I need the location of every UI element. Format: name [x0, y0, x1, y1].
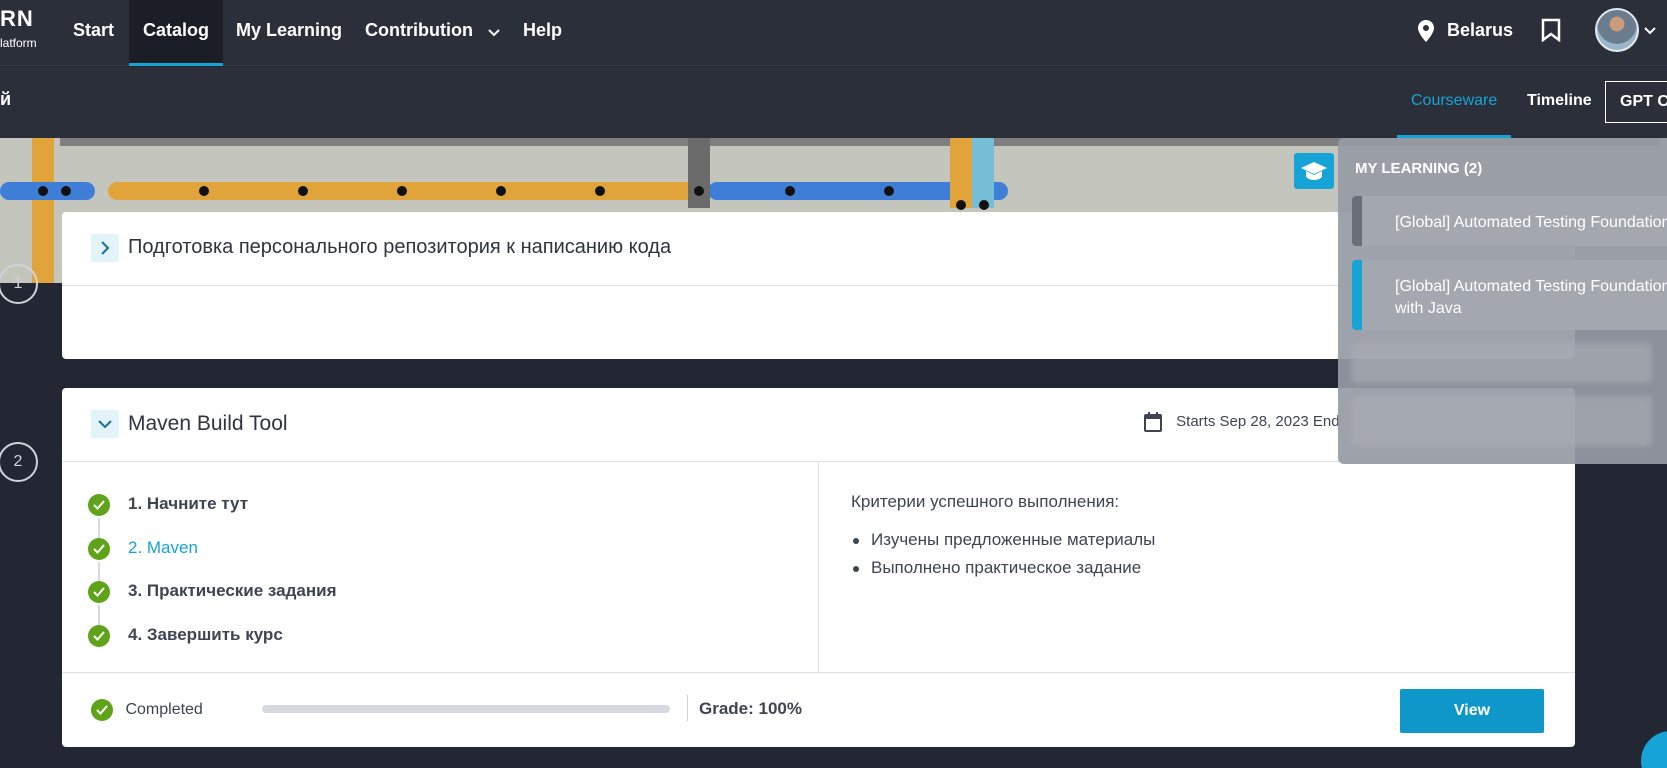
- lesson-label: 2. Maven: [128, 538, 198, 557]
- location-selector[interactable]: Belarus: [1418, 0, 1513, 60]
- chevron-down-icon: [488, 1, 500, 61]
- banner-dot: [199, 186, 209, 196]
- dropdown-item-label: [Global] Automated Testing Foundation: [1395, 214, 1667, 231]
- criteria-item: Изучены предложенные материалы: [851, 530, 1155, 550]
- lesson-label: 1. Начните тут: [128, 494, 249, 513]
- lesson-connector: [98, 562, 100, 582]
- banner-line: [972, 138, 994, 208]
- chevron-down-icon[interactable]: [1644, 22, 1656, 40]
- nav-contribution[interactable]: Contribution: [351, 0, 514, 66]
- criteria-list: Изучены предложенные материалы Выполнено…: [851, 530, 1155, 578]
- logo-text[interactable]: RN: [0, 6, 34, 32]
- banner-dot: [694, 186, 704, 196]
- nav-start[interactable]: Start: [59, 0, 128, 66]
- map-pin-icon: [1418, 20, 1434, 43]
- logo-subtitle: latform: [0, 36, 37, 50]
- dropdown-item-line1: [Global] Automated Testing Foundation: [1395, 278, 1667, 295]
- section-footer: Completed Grade: 100% View: [62, 672, 1575, 744]
- lesson-connector: [98, 605, 100, 627]
- nav-contribution-label: Contribution: [365, 20, 473, 40]
- chevron-right-icon: [101, 241, 110, 255]
- completion-status: Completed: [91, 699, 203, 721]
- graduation-cap-icon: [1294, 153, 1334, 189]
- dropdown-item-line2: with Java: [1395, 300, 1462, 317]
- success-criteria: Критерии успешного выполнения: Изучены п…: [851, 492, 1155, 586]
- banner-dot: [496, 186, 506, 196]
- course-title-fragment: й: [0, 89, 12, 109]
- lesson-label: 4. Завершить курс: [128, 625, 283, 644]
- check-circle-icon: [88, 625, 110, 647]
- section-title: Maven Build Tool: [128, 412, 288, 435]
- top-navigation: RN latform Start Catalog My Learning Con…: [0, 0, 1667, 66]
- banner-dot: [956, 200, 966, 210]
- course-subnav: й Courseware Timeline GPT Co: [0, 67, 1667, 138]
- banner-dot: [979, 200, 989, 210]
- banner-dot: [595, 186, 605, 196]
- banner-dot: [397, 186, 407, 196]
- banner-dot: [785, 186, 795, 196]
- bookmark-icon[interactable]: [1541, 18, 1561, 47]
- check-circle-icon: [88, 538, 110, 560]
- item-indicator: [1352, 196, 1362, 246]
- banner-line: [108, 182, 708, 200]
- progress-bar: [262, 705, 670, 713]
- banner-dot: [61, 186, 71, 196]
- lesson-label: 3. Практические задания: [128, 581, 337, 600]
- progress-fill: [262, 705, 670, 713]
- view-button[interactable]: View: [1400, 689, 1544, 733]
- dropdown-item[interactable]: [Global] Automated Testing Foundation: [1352, 196, 1667, 246]
- calendar-icon: [1144, 412, 1162, 432]
- section-number: 1: [0, 264, 38, 304]
- my-learning-dropdown: MY LEARNING (2) [Global] Automated Testi…: [1338, 138, 1667, 464]
- check-circle-icon: [88, 581, 110, 603]
- location-label: Belarus: [1447, 20, 1514, 40]
- user-avatar[interactable]: [1595, 8, 1639, 52]
- banner-dot: [298, 186, 308, 196]
- section-dates: Starts Sep 28, 2023 End: [1144, 412, 1340, 432]
- dropdown-item-label: [Global] Automated Testing Foundation wi…: [1395, 276, 1667, 320]
- nav-my-learning[interactable]: My Learning: [222, 0, 356, 66]
- lesson-connector: [98, 518, 100, 540]
- banner-dot: [884, 186, 894, 196]
- grade-label: Grade: 100%: [699, 699, 802, 718]
- dropdown-placeholder: [1352, 343, 1652, 383]
- banner-line: [950, 138, 972, 208]
- collapse-toggle[interactable]: [91, 410, 119, 438]
- check-circle-icon: [91, 699, 113, 721]
- check-circle-icon: [88, 494, 110, 516]
- chat-help-button[interactable]: [1641, 731, 1667, 768]
- tab-timeline[interactable]: Timeline: [1513, 67, 1606, 138]
- nav-help[interactable]: Help: [509, 0, 576, 66]
- gpt-button[interactable]: GPT Co: [1605, 81, 1667, 123]
- banner-line: [32, 138, 54, 283]
- expand-toggle[interactable]: [91, 234, 119, 262]
- dropdown-title: MY LEARNING (2): [1355, 160, 1483, 177]
- lesson-list: 1. Начните тут 2. Maven 3. Практические …: [62, 462, 819, 672]
- section-number: 2: [0, 442, 38, 482]
- divider: [687, 695, 688, 721]
- banner-line: [688, 138, 710, 208]
- tab-courseware[interactable]: Courseware: [1397, 67, 1512, 138]
- banner-dot: [38, 186, 48, 196]
- nav-catalog[interactable]: Catalog: [129, 0, 224, 66]
- criteria-item: Выполнено практическое задание: [851, 558, 1155, 578]
- dropdown-placeholder: [1352, 396, 1652, 446]
- section-title: Подготовка персонального репозитория к н…: [128, 236, 672, 258]
- status-label: Completed: [125, 701, 203, 719]
- section-dates-text: Starts Sep 28, 2023 End: [1176, 412, 1340, 430]
- item-indicator: [1352, 260, 1362, 330]
- criteria-title: Критерии успешного выполнения:: [851, 492, 1120, 511]
- dropdown-item[interactable]: [Global] Automated Testing Foundation wi…: [1352, 260, 1667, 330]
- chevron-down-icon: [98, 420, 112, 429]
